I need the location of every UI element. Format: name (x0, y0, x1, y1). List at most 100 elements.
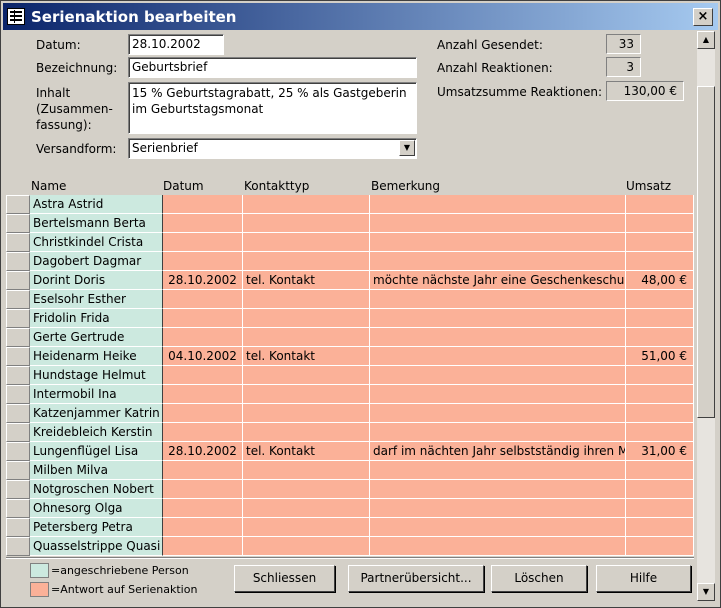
cell-datum[interactable] (163, 480, 243, 499)
cell-kontakttyp[interactable] (243, 480, 370, 499)
cell-name[interactable]: Intermobil Ina (30, 385, 163, 404)
cell-bemerkung[interactable] (370, 385, 626, 404)
cell-datum[interactable] (163, 461, 243, 480)
record-selector[interactable] (6, 442, 30, 461)
cell-kontakttyp[interactable] (243, 423, 370, 442)
cell-bemerkung[interactable] (370, 309, 626, 328)
record-selector[interactable] (6, 480, 30, 499)
cell-umsatz[interactable] (626, 214, 694, 233)
table-row[interactable]: Hundstage Helmut (6, 366, 694, 385)
close-button[interactable]: × (693, 8, 713, 26)
cell-datum[interactable]: 28.10.2002 (163, 271, 243, 290)
cell-umsatz[interactable] (626, 461, 694, 480)
cell-datum[interactable] (163, 537, 243, 556)
cell-umsatz[interactable] (626, 366, 694, 385)
table-row[interactable]: Petersberg Petra (6, 518, 694, 537)
record-selector[interactable] (6, 499, 30, 518)
table-row[interactable]: Dagobert Dagmar (6, 252, 694, 271)
cell-bemerkung[interactable] (370, 366, 626, 385)
schliessen-button[interactable]: Schliessen (234, 565, 335, 592)
cell-name[interactable]: Quasselstrippe Quasi (30, 537, 163, 556)
table-row[interactable]: Heidenarm Heike 04.10.2002 tel. Kontakt 51,… (6, 347, 694, 366)
cell-kontakttyp[interactable]: tel. Kontakt (243, 442, 370, 461)
cell-kontakttyp[interactable] (243, 366, 370, 385)
table-row[interactable]: Intermobil Ina (6, 385, 694, 404)
cell-kontakttyp[interactable] (243, 214, 370, 233)
cell-datum[interactable]: 04.10.2002 (163, 347, 243, 366)
record-selector[interactable] (6, 309, 30, 328)
cell-bemerkung[interactable] (370, 518, 626, 537)
cell-umsatz[interactable] (626, 480, 694, 499)
cell-umsatz[interactable] (626, 252, 694, 271)
cell-name[interactable]: Lungenflügel Lisa (30, 442, 163, 461)
record-selector[interactable] (6, 233, 30, 252)
record-selector[interactable] (6, 366, 30, 385)
cell-umsatz[interactable] (626, 309, 694, 328)
record-selector[interactable] (6, 537, 30, 556)
cell-name[interactable]: Notgroschen Nobert (30, 480, 163, 499)
cell-umsatz[interactable]: 31,00 € (626, 442, 694, 461)
cell-datum[interactable]: 28.10.2002 (163, 442, 243, 461)
record-selector[interactable] (6, 385, 30, 404)
datum-field[interactable]: 28.10.2002 (128, 34, 224, 55)
cell-name[interactable]: Astra Astrid (30, 195, 163, 214)
dropdown-arrow-icon[interactable]: ▼ (399, 140, 415, 156)
cell-kontakttyp[interactable]: tel. Kontakt (243, 271, 370, 290)
cell-umsatz[interactable] (626, 385, 694, 404)
cell-datum[interactable] (163, 404, 243, 423)
cell-kontakttyp[interactable] (243, 499, 370, 518)
cell-name[interactable]: Ohnesorg Olga (30, 499, 163, 518)
table-row[interactable]: Dorint Doris 28.10.2002 tel. Kontakt möchte… (6, 271, 694, 290)
cell-bemerkung[interactable] (370, 347, 626, 366)
cell-datum[interactable] (163, 309, 243, 328)
cell-umsatz[interactable] (626, 537, 694, 556)
cell-kontakttyp[interactable] (243, 195, 370, 214)
cell-kontakttyp[interactable] (243, 518, 370, 537)
table-row[interactable]: Eselsohr Esther (6, 290, 694, 309)
table-row[interactable]: Ohnesorg Olga (6, 499, 694, 518)
cell-name[interactable]: Fridolin Frida (30, 309, 163, 328)
cell-datum[interactable] (163, 252, 243, 271)
cell-umsatz[interactable]: 51,00 € (626, 347, 694, 366)
table-row[interactable]: Milben Milva (6, 461, 694, 480)
cell-umsatz[interactable] (626, 423, 694, 442)
cell-datum[interactable] (163, 499, 243, 518)
cell-datum[interactable] (163, 366, 243, 385)
cell-datum[interactable] (163, 423, 243, 442)
cell-umsatz[interactable]: 48,00 € (626, 271, 694, 290)
cell-name[interactable]: Kreidebleich Kerstin (30, 423, 163, 442)
cell-name[interactable]: Dagobert Dagmar (30, 252, 163, 271)
cell-bemerkung[interactable] (370, 252, 626, 271)
versandform-select[interactable]: Serienbrief ▼ (128, 138, 417, 159)
cell-kontakttyp[interactable] (243, 233, 370, 252)
table-row[interactable]: Gerte Gertrude (6, 328, 694, 347)
cell-umsatz[interactable] (626, 404, 694, 423)
bezeichnung-field[interactable]: Geburtsbrief (128, 57, 417, 78)
cell-bemerkung[interactable]: darf im nächten Jahr selbstständig ihren… (370, 442, 626, 461)
cell-name[interactable]: Katzenjammer Katrin (30, 404, 163, 423)
cell-datum[interactable] (163, 233, 243, 252)
cell-umsatz[interactable] (626, 195, 694, 214)
table-row[interactable]: Christkindel Crista (6, 233, 694, 252)
cell-bemerkung[interactable] (370, 461, 626, 480)
record-selector[interactable] (6, 214, 30, 233)
cell-bemerkung[interactable] (370, 195, 626, 214)
cell-umsatz[interactable] (626, 290, 694, 309)
cell-name[interactable]: Dorint Doris (30, 271, 163, 290)
cell-name[interactable]: Hundstage Helmut (30, 366, 163, 385)
cell-kontakttyp[interactable] (243, 537, 370, 556)
cell-bemerkung[interactable] (370, 480, 626, 499)
record-selector[interactable] (6, 252, 30, 271)
cell-datum[interactable] (163, 290, 243, 309)
table-row[interactable]: Bertelsmann Berta (6, 214, 694, 233)
record-selector[interactable] (6, 195, 30, 214)
hilfe-button[interactable]: Hilfe (596, 565, 691, 592)
table-row[interactable]: Fridolin Frida (6, 309, 694, 328)
cell-bemerkung[interactable] (370, 214, 626, 233)
cell-datum[interactable] (163, 328, 243, 347)
table-row[interactable]: Katzenjammer Katrin (6, 404, 694, 423)
cell-bemerkung[interactable] (370, 290, 626, 309)
table-row[interactable]: Notgroschen Nobert (6, 480, 694, 499)
cell-kontakttyp[interactable] (243, 252, 370, 271)
cell-bemerkung[interactable]: möchte nächste Jahr eine Geschenkeschulu… (370, 271, 626, 290)
